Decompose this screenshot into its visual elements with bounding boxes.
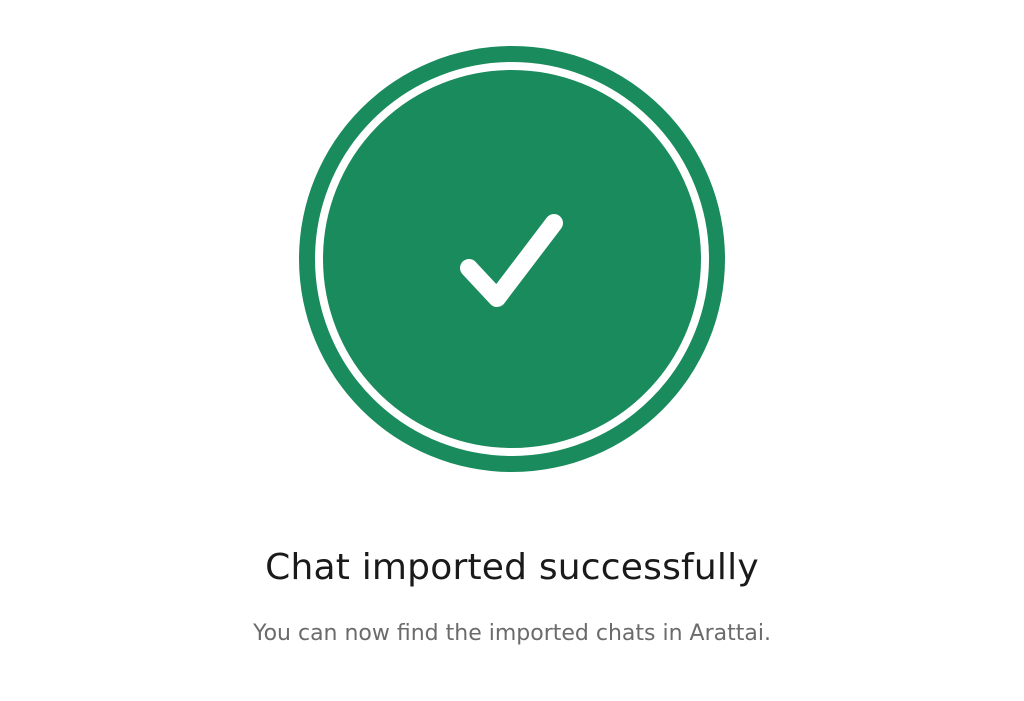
status-message: You can now find the imported chats in A… (253, 621, 771, 646)
success-check-icon (299, 46, 725, 472)
status-title: Chat imported successfully (265, 547, 759, 588)
import-success-screen: Chat imported successfully You can now f… (0, 0, 1024, 701)
success-badge (299, 46, 725, 472)
